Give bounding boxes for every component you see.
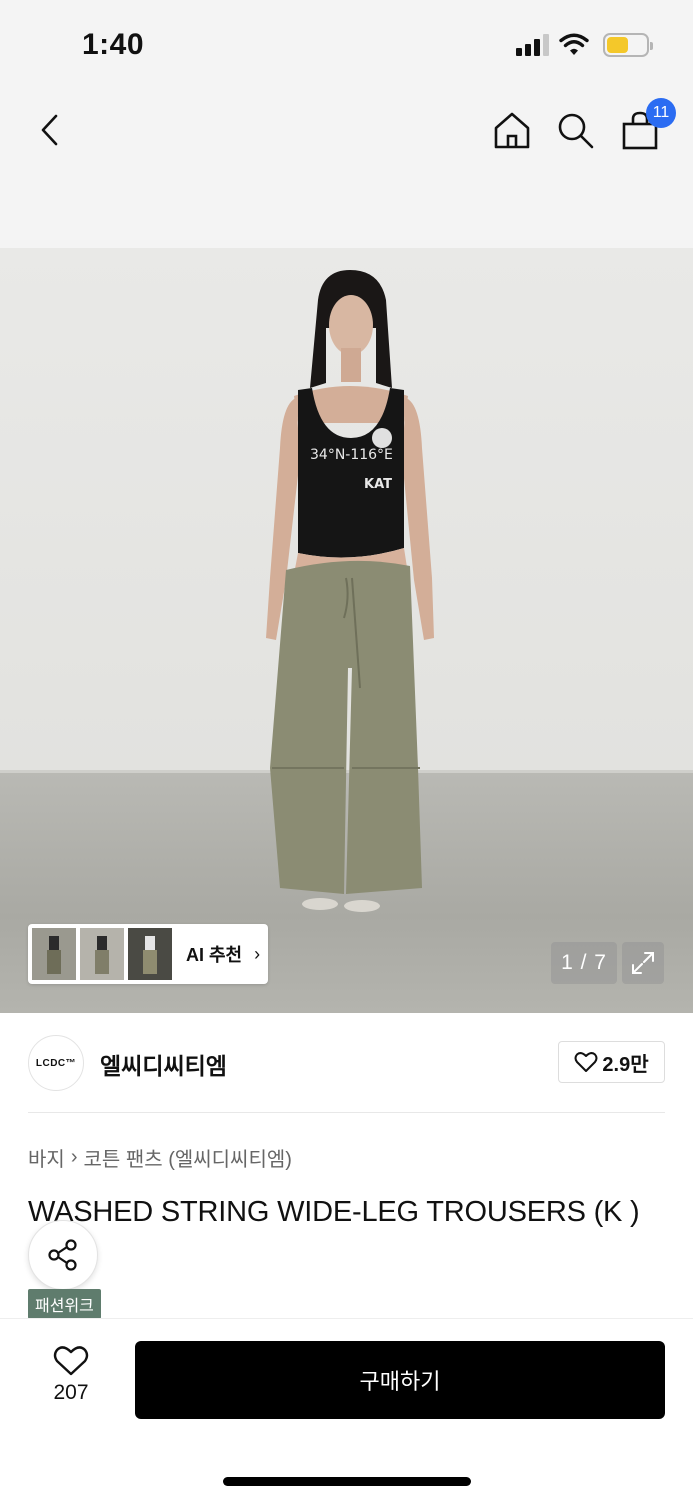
status-time: 1:40 [82, 28, 145, 61]
search-button[interactable] [553, 108, 597, 152]
tank-print-line2: KAT [364, 477, 392, 492]
model-figure: 34°N-116°E KAT [266, 270, 434, 912]
wishlist-count: 207 [53, 1381, 89, 1404]
breadcrumb-category[interactable]: 바지 [28, 1143, 65, 1172]
ai-thumbnail-1[interactable] [32, 928, 76, 980]
heart-icon [574, 1052, 598, 1072]
expand-icon [632, 952, 654, 974]
home-button[interactable] [490, 108, 534, 152]
brand-name[interactable]: 엘씨디씨티엠 [100, 1047, 227, 1081]
back-button[interactable] [28, 108, 72, 152]
cart-button[interactable]: 11 [618, 98, 676, 152]
tank-print-line1: 34°N-116°E [310, 447, 393, 463]
status-bar: 1:40 [0, 0, 693, 90]
home-icon [494, 112, 530, 149]
chevron-right-icon: › [254, 943, 261, 964]
chevron-right-icon: › [70, 1146, 78, 1168]
ai-thumbnail-3[interactable] [128, 928, 172, 980]
wishlist-button[interactable]: 207 [40, 1345, 102, 1405]
search-icon [558, 113, 594, 149]
product-image-carousel[interactable]: 34°N-116°E KAT AI 추천 › 1 / 7 [0, 248, 693, 1013]
image-page-counter: 1 / 7 [551, 942, 617, 984]
wifi-icon [559, 33, 589, 55]
heart-icon [53, 1346, 89, 1376]
cellular-signal-icon [516, 34, 549, 56]
share-icon [48, 1239, 77, 1271]
ai-recommend-label: AI 추천 [186, 945, 243, 965]
ai-recommendation-button[interactable]: AI 추천 › [28, 924, 268, 984]
brand-row[interactable]: LCDC™ 엘씨디씨티엠 2.9만 [28, 1013, 665, 1113]
chevron-left-icon [41, 114, 58, 146]
battery-icon [603, 33, 653, 57]
brand-like-button[interactable]: 2.9만 [558, 1041, 665, 1083]
cart-count-badge: 11 [646, 98, 676, 128]
buy-button[interactable]: 구매하기 [135, 1341, 665, 1419]
top-nav: 11 [0, 90, 693, 248]
bottom-action-bar: 207 구매하기 [0, 1318, 693, 1500]
breadcrumb-subcategory[interactable]: 코튼 팬츠 (엘씨디씨티엠) [83, 1143, 291, 1172]
home-indicator [223, 1477, 471, 1486]
brand-like-count: 2.9만 [602, 1053, 649, 1076]
breadcrumb: 바지 › 코튼 팬츠 (엘씨디씨티엠) [28, 1143, 292, 1172]
fashion-week-badge: 패션위크 [28, 1289, 101, 1319]
share-button[interactable] [28, 1220, 98, 1290]
expand-image-button[interactable] [622, 942, 664, 984]
ai-thumbnail-2[interactable] [80, 928, 124, 980]
product-title: WASHED STRING WIDE-LEG TROUSERS (K ) [28, 1196, 640, 1228]
status-icons [516, 33, 653, 57]
brand-logo[interactable]: LCDC™ [28, 1035, 84, 1091]
